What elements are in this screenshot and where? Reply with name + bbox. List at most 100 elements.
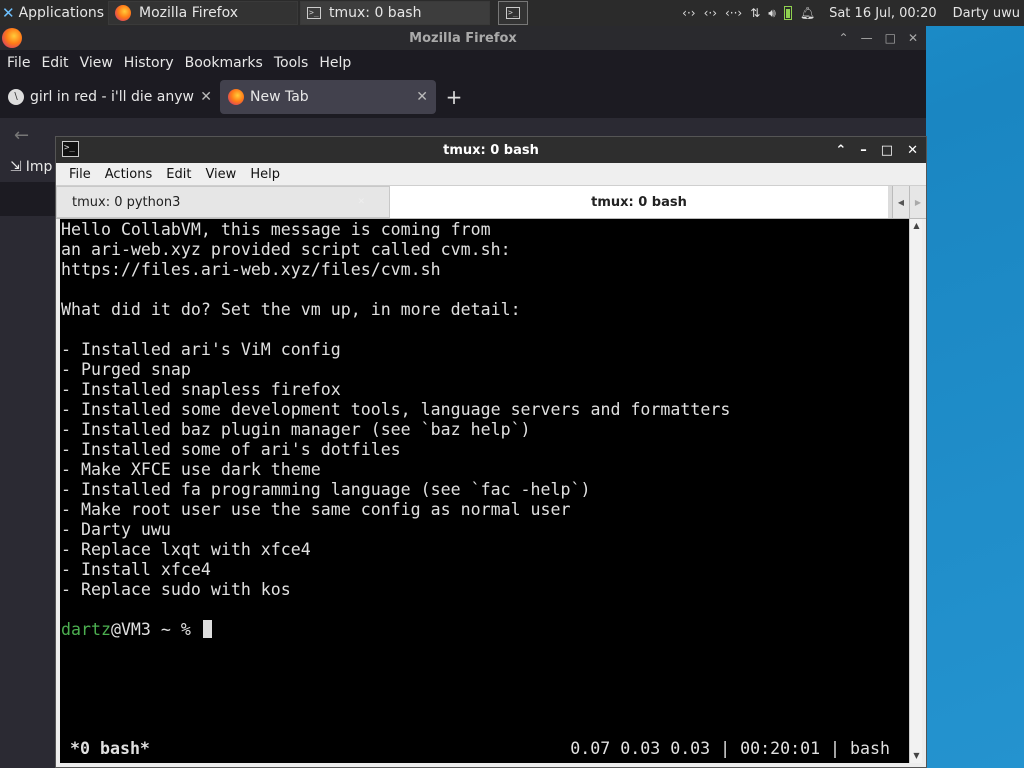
term-menu-file[interactable]: File: [62, 167, 98, 182]
terminal-scrollbar[interactable]: ▲ ▼: [909, 219, 922, 763]
terminal-output[interactable]: Hello CollabVM, this message is coming f…: [60, 219, 910, 763]
scroll-up-arrow-icon[interactable]: ▲: [910, 219, 923, 233]
tab-girl-in-red[interactable]: \ girl in red - i'll die anyway ✕: [0, 80, 220, 114]
taskbar-firefox-button[interactable]: Mozilla Firefox: [108, 1, 298, 25]
scroll-down-arrow-icon[interactable]: ▼: [910, 749, 923, 763]
terminal-output-line: - Installed fa programming language (see…: [61, 480, 591, 499]
tab-new-tab[interactable]: New Tab ✕: [220, 80, 436, 114]
maximize-icon[interactable]: □: [881, 143, 893, 158]
tmux-window-indicator: *0 bash*: [70, 739, 150, 758]
close-tab-icon[interactable]: ✕: [357, 197, 365, 207]
term-menu-edit[interactable]: Edit: [159, 167, 198, 182]
tab-scroll-right-icon[interactable]: ▶: [909, 186, 926, 218]
terminal-tabbar: tmux: 0 python3 ✕ tmux: 0 bash ◀ ▶: [56, 185, 926, 219]
term-menu-help[interactable]: Help: [243, 167, 287, 182]
import-icon[interactable]: ⇲: [10, 159, 22, 175]
terminal-output-line: - Darty uwu: [61, 520, 171, 539]
workspace-terminal-icon: >_: [506, 7, 520, 19]
system-tray: ‹·› ‹·› ‹··› ⇅ 🔊︎ 🔔︎ Sat 16 Jul, 00:20 D…: [682, 6, 1024, 21]
applications-menu-label: Applications: [18, 5, 105, 21]
menu-help[interactable]: Help: [315, 55, 355, 71]
term-menu-actions[interactable]: Actions: [98, 167, 160, 182]
workspace-switcher[interactable]: >_: [498, 1, 528, 25]
top-panel: ✕ Applications ☰ Mozilla Firefox >_ tmux…: [0, 0, 1024, 26]
terminal-output-line: - Replace sudo with kos: [61, 580, 291, 599]
user-menu[interactable]: Darty uwu: [953, 6, 1020, 21]
transfer-icon[interactable]: ⇅: [750, 6, 760, 20]
terminal-tab-python3[interactable]: tmux: 0 python3 ✕: [56, 186, 390, 218]
import-bookmarks-link[interactable]: Imp: [26, 159, 53, 175]
volume-icon[interactable]: 🔊︎: [768, 6, 776, 21]
terminal-output-line: Hello CollabVM, this message is coming f…: [61, 220, 491, 239]
minimize-icon[interactable]: —: [861, 31, 873, 45]
terminal-tab-label: tmux: 0 python3: [72, 194, 181, 210]
terminal-titlebar[interactable]: >_ tmux: 0 bash ⌃ – □ ✕: [56, 137, 926, 163]
chevron-up-icon[interactable]: ⌃: [835, 143, 846, 158]
close-icon[interactable]: ✕: [907, 143, 918, 158]
terminal-output-line: https://files.ari-web.xyz/files/cvm.sh: [61, 260, 441, 279]
menu-edit[interactable]: Edit: [37, 55, 72, 71]
menu-history[interactable]: History: [120, 55, 178, 71]
terminal-output-line: - Purged snap: [61, 360, 191, 379]
battery-icon[interactable]: [783, 6, 792, 20]
minimize-icon[interactable]: –: [860, 143, 867, 158]
terminal-output-line: - Make root user use the same config as …: [61, 500, 571, 519]
tab-scroll-left-icon[interactable]: ◀: [892, 186, 909, 218]
prompt-user: dartz: [61, 620, 111, 639]
tmux-status-right: 0.07 0.03 0.03 | 00:20:01 | bash: [570, 739, 890, 758]
shell-prompt: dartz@VM3 ~ %: [61, 620, 910, 640]
text-cursor: [202, 620, 212, 638]
firefox-menubar: File Edit View History Bookmarks Tools H…: [0, 50, 926, 76]
tab-label: girl in red - i'll die anyway: [30, 89, 195, 105]
taskbar-firefox-label: Mozilla Firefox: [139, 5, 239, 21]
terminal-menubar: File Actions Edit View Help: [56, 163, 926, 185]
new-tab-plus-icon[interactable]: +: [436, 85, 472, 109]
taskbar-terminal-label: tmux: 0 bash: [329, 5, 422, 21]
terminal-output-line: - Installed snapless firefox: [61, 380, 341, 399]
network-icon[interactable]: ‹·›: [682, 6, 695, 20]
tab-label: New Tab: [250, 89, 309, 105]
firefox-icon: [228, 89, 244, 105]
firefox-tabstrip: \ girl in red - i'll die anyway ✕ New Ta…: [0, 76, 926, 118]
terminal-window: >_ tmux: 0 bash ⌃ – □ ✕ File Actions Edi…: [55, 136, 927, 768]
terminal-output-line: What did it do? Set the vm up, in more d…: [61, 300, 521, 319]
chevron-up-icon[interactable]: ⌃: [839, 31, 849, 45]
taskbar-terminal-button[interactable]: >_ tmux: 0 bash: [300, 1, 490, 25]
menu-view[interactable]: View: [76, 55, 117, 71]
close-tab-icon[interactable]: ✕: [200, 89, 212, 105]
maximize-icon[interactable]: □: [885, 31, 896, 45]
back-arrow-icon[interactable]: ←: [14, 125, 29, 146]
xfce-logo-icon: ✕: [2, 4, 15, 22]
close-tab-icon[interactable]: ✕: [416, 89, 428, 105]
close-icon[interactable]: ✕: [908, 31, 918, 45]
terminal-tab-bash[interactable]: tmux: 0 bash: [390, 186, 888, 218]
clock[interactable]: Sat 16 Jul, 00:20: [829, 6, 937, 21]
music-note-icon: \: [8, 89, 24, 105]
menu-file[interactable]: File: [3, 55, 34, 71]
terminal-output-line: - Installed baz plugin manager (see `baz…: [61, 420, 531, 439]
applications-menu-button[interactable]: ✕ Applications ☰: [0, 0, 108, 26]
network-icon[interactable]: ‹·›: [704, 6, 717, 20]
terminal-window-title: tmux: 0 bash: [443, 142, 539, 158]
terminal-output-line: - Install xfce4: [61, 560, 211, 579]
terminal-output-line: - Make XFCE use dark theme: [61, 460, 321, 479]
network-icon[interactable]: ‹··›: [725, 6, 742, 20]
menu-bookmarks[interactable]: Bookmarks: [181, 55, 267, 71]
terminal-output-line: - Installed ari's ViM config: [61, 340, 341, 359]
term-menu-view[interactable]: View: [198, 167, 243, 182]
menu-tools[interactable]: Tools: [270, 55, 313, 71]
firefox-icon: [115, 5, 131, 21]
terminal-output-line: - Installed some development tools, lang…: [61, 400, 731, 419]
terminal-tab-label: tmux: 0 bash: [591, 194, 687, 210]
terminal-icon: >_: [307, 7, 321, 19]
terminal-output-line: - Replace lxqt with xfce4: [61, 540, 311, 559]
firefox-titlebar[interactable]: Mozilla Firefox ⌃ — □ ✕: [0, 26, 926, 50]
notification-bell-icon[interactable]: 🔔︎: [800, 6, 815, 20]
prompt-host: @VM3 ~ %: [110, 620, 201, 639]
terminal-output-line: - Installed some of ari's dotfiles: [61, 440, 401, 459]
firefox-window-title: Mozilla Firefox: [409, 30, 517, 46]
tmux-status-bar: *0 bash* 0.07 0.03 0.03 | 00:20:01 | bas…: [60, 739, 910, 759]
